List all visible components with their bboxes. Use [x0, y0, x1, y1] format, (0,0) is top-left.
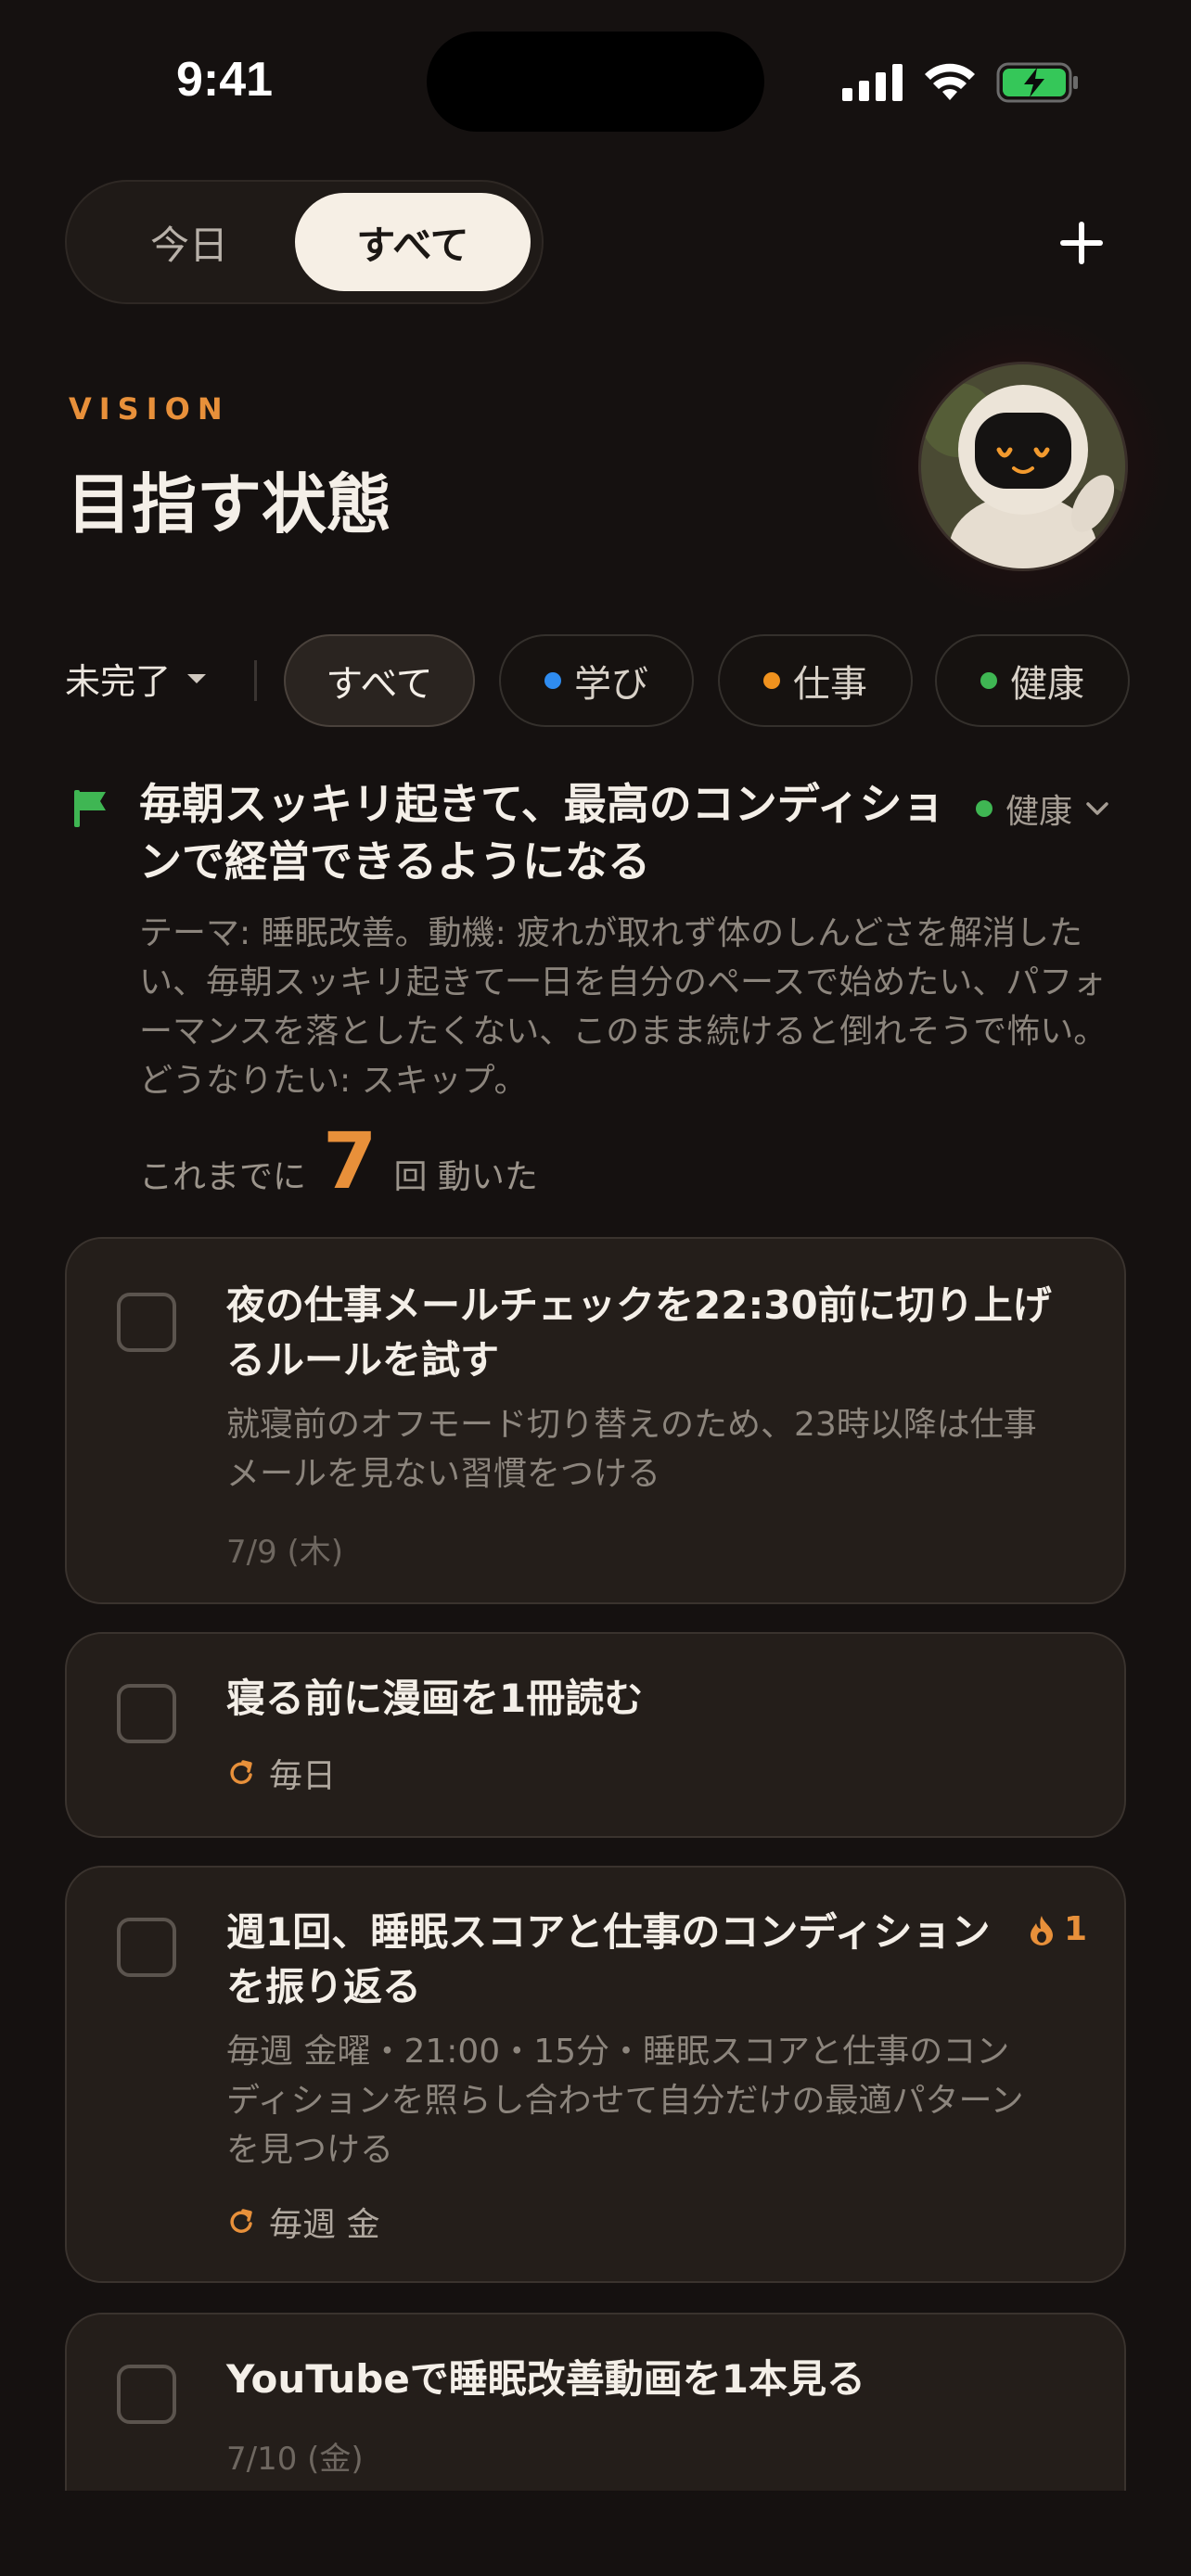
filter-divider [254, 660, 257, 701]
robot-mascot-icon [921, 364, 1125, 568]
repeat-label: 毎日 [269, 1757, 337, 1795]
view-segmented-control: 今日 すべて [65, 180, 544, 304]
chip-health[interactable]: 健康 [935, 634, 1130, 727]
status-time: 9:41 [176, 53, 274, 107]
segment-today[interactable]: 今日 [78, 193, 301, 291]
wifi-icon [925, 63, 975, 100]
task-checkbox[interactable] [117, 1918, 176, 1977]
category-dot-green [980, 672, 997, 689]
count-suffix: 回 動いた [393, 1158, 538, 1196]
task-card[interactable]: 寝る前に漫画を1冊読む 毎日 [65, 1632, 1126, 1838]
chip-label: 仕事 [793, 663, 867, 706]
task-title: 週1回、睡眠スコアと仕事のコンディションを振り返る [226, 1909, 991, 2009]
count-prefix: これまでに [139, 1158, 307, 1196]
section-label: VISION [69, 391, 230, 427]
avatar[interactable] [918, 362, 1128, 571]
status-filter-dropdown[interactable]: 未完了 [65, 653, 208, 704]
task-checkbox[interactable] [117, 1293, 176, 1352]
category-dot-green [976, 800, 992, 817]
battery-charging-icon [996, 62, 1078, 103]
status-icons [842, 61, 1080, 104]
task-title: 夜の仕事メールチェックを22:30前に切り上げるルールを試す [226, 1282, 1052, 1383]
dynamic-island [427, 32, 764, 132]
repeat-icon [230, 2209, 252, 2233]
task-repeat: 毎週 金 [226, 2198, 379, 2246]
chevron-down-icon [1086, 802, 1108, 815]
segment-all[interactable]: すべて [295, 193, 531, 291]
status-filter-label: 未完了 [65, 661, 172, 702]
chip-work[interactable]: 仕事 [718, 634, 913, 727]
task-card[interactable]: 夜の仕事メールチェックを22:30前に切り上げるルールを試す 就寝前のオフモード… [65, 1237, 1126, 1604]
caret-down-icon [187, 673, 207, 683]
goal-title[interactable]: 毎朝スッキリ起きて、最高のコンディションで経営できるようになる [139, 775, 955, 890]
chip-learning[interactable]: 学び [499, 634, 694, 727]
count-value: 7 [323, 1116, 378, 1206]
goal-category-dropdown[interactable]: 健康 [976, 784, 1109, 833]
add-button[interactable] [1044, 206, 1119, 280]
task-card[interactable]: 週1回、睡眠スコアと仕事のコンディションを振り返る 1 毎週 金曜・21:00・… [65, 1866, 1126, 2283]
task-checkbox[interactable] [117, 1684, 176, 1743]
repeat-label: 毎週 金 [269, 2206, 380, 2244]
task-date: 7/10 (金) [226, 2441, 364, 2478]
bottom-edge [0, 2491, 1191, 2576]
chip-label: 学び [574, 663, 648, 706]
flag-icon [74, 790, 106, 827]
task-checkbox[interactable] [117, 2365, 176, 2424]
streak-count: 1 [1063, 1910, 1087, 1948]
page-title: 目指す状態 [67, 466, 391, 542]
chip-label: すべて [326, 663, 433, 706]
repeat-icon [230, 1760, 252, 1784]
task-repeat: 毎日 [226, 1749, 336, 1797]
task-title: 寝る前に漫画を1冊読む [226, 1676, 644, 1721]
plus-icon [1060, 222, 1103, 264]
chip-label: 健康 [1010, 663, 1084, 706]
chip-all[interactable]: すべて [284, 634, 475, 727]
cellular-signal-icon [842, 64, 903, 101]
goal-action-count: これまでに 7 回 動いた [139, 1122, 538, 1200]
goal-description: テーマ: 睡眠改善。動機: 疲れが取れず体のしんどさを解消したい、毎朝スッキリ起… [139, 914, 1108, 1100]
task-date: 7/9 (木) [226, 1534, 344, 1571]
task-description: 毎週 金曜・21:00・15分・睡眠スコアと仕事のコンディションを照らし合わせて… [226, 2033, 1024, 2169]
category-dot-orange [763, 672, 780, 689]
goal-category-label: 健康 [1005, 793, 1073, 831]
streak-badge: 1 [1029, 1910, 1087, 1948]
category-dot-blue [544, 672, 561, 689]
task-description: 就寝前のオフモード切り替えのため、23時以降は仕事メールを見ない習慣をつける [226, 1406, 1037, 1493]
flame-icon [1030, 1915, 1053, 1945]
task-title: YouTubeで睡眠改善動画を1本見る [226, 2356, 866, 2402]
